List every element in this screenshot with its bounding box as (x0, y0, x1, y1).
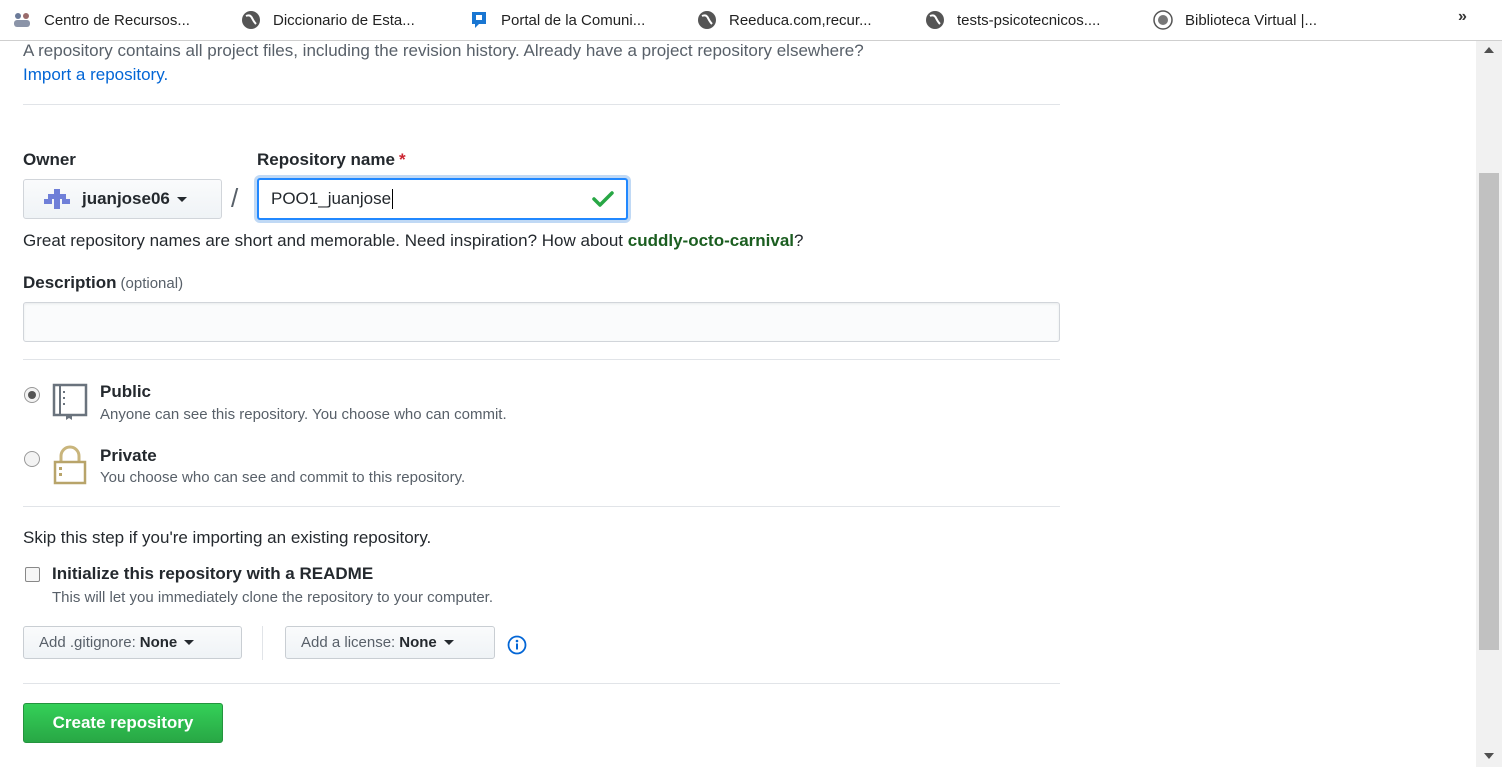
owner-value: juanjose06 (82, 189, 170, 208)
repo-book-icon (52, 383, 88, 420)
init-readme-description: This will let you immediately clone the … (52, 589, 494, 606)
public-title: Public (100, 382, 152, 401)
repository-name-value: POO1_juanjose (271, 189, 392, 208)
bookmarks-bar: Centro de Recursos... Diccionario de Est… (0, 0, 1502, 41)
suggested-name-link[interactable]: cuddly-octo-carnival (628, 231, 794, 250)
optional-note: (optional) (120, 275, 184, 292)
chevron-down-icon (443, 640, 454, 645)
repo-name-label-text: Repository name (257, 150, 395, 169)
import-repository-link[interactable]: Import a repository. (23, 65, 168, 84)
private-description: You choose who can see and commit to thi… (100, 469, 466, 486)
owner-repo-separator: / (231, 183, 239, 213)
gitignore-label: Add .gitignore: (39, 634, 136, 651)
required-mark: * (398, 150, 406, 169)
license-label: Add a license: (301, 634, 396, 651)
divider (23, 104, 1060, 105)
repository-name-input[interactable]: POO1_juanjose (257, 178, 628, 220)
info-icon[interactable] (507, 635, 527, 655)
init-readme-label[interactable]: Initialize this repository with a README (52, 564, 373, 584)
globe-icon (241, 10, 261, 30)
init-readme-checkbox[interactable] (25, 567, 40, 582)
bookmark-label: Reeduca.com,recur... (729, 11, 872, 29)
vertical-divider (262, 626, 263, 660)
page-scrollbar[interactable] (1476, 41, 1502, 767)
repo-name-label: Repository name * (257, 150, 406, 170)
bookmark-biblioteca[interactable]: Biblioteca Virtual |... (1153, 8, 1317, 32)
people-icon (12, 10, 32, 30)
bookmark-label: Diccionario de Esta... (273, 11, 415, 29)
scroll-down-arrow-icon[interactable] (1484, 753, 1494, 759)
chevron-down-icon (176, 196, 187, 202)
library-icon (1153, 10, 1173, 30)
license-value: None (399, 634, 437, 651)
bookmark-centro-recursos[interactable]: Centro de Recursos... (12, 8, 190, 32)
chevron-down-icon (184, 640, 195, 645)
private-radio[interactable] (24, 451, 40, 467)
bookmark-tests[interactable]: tests-psicotecnicos.... (925, 8, 1100, 32)
portal-icon (469, 10, 489, 30)
hint-text: Great repository names are short and mem… (23, 231, 628, 250)
bookmark-label: Centro de Recursos... (44, 11, 190, 29)
description-label: Description (optional) (23, 273, 183, 293)
bookmark-portal[interactable]: Portal de la Comuni... (469, 8, 645, 32)
text-cursor (392, 189, 394, 209)
bookmark-diccionario[interactable]: Diccionario de Esta... (241, 8, 415, 32)
divider (23, 506, 1060, 507)
bookmark-label: tests-psicotecnicos.... (957, 11, 1101, 29)
owner-label: Owner (23, 150, 76, 169)
skip-step-note: Skip this step if you're importing an ex… (23, 528, 432, 547)
scroll-thumb[interactable] (1479, 173, 1499, 650)
scroll-up-arrow-icon[interactable] (1484, 47, 1494, 53)
description-input[interactable] (23, 302, 1060, 342)
create-repository-button[interactable]: Create repository (23, 703, 223, 743)
lock-icon (53, 445, 87, 485)
intro-description: A repository contains all project files,… (23, 41, 864, 60)
gitignore-value: None (139, 634, 178, 651)
description-label-text: Description (23, 273, 117, 292)
bookmarks-overflow-button[interactable]: » (1458, 8, 1467, 26)
repo-name-hint: Great repository names are short and mem… (23, 231, 804, 251)
globe-icon (697, 10, 717, 30)
bookmark-label: Biblioteca Virtual |... (1185, 11, 1318, 29)
public-radio[interactable] (24, 387, 40, 403)
private-title: Private (100, 446, 157, 465)
avatar (44, 189, 70, 209)
intro-text: A repository contains all project files,… (23, 39, 1063, 87)
bookmark-label: Portal de la Comuni... (501, 11, 646, 29)
divider (23, 683, 1060, 684)
license-select-button[interactable]: Add a license: None (285, 626, 495, 659)
divider (23, 359, 1060, 360)
bookmark-reeduca[interactable]: Reeduca.com,recur... (697, 8, 872, 32)
check-icon (592, 191, 614, 207)
gitignore-select-button[interactable]: Add .gitignore: None (23, 626, 242, 659)
globe-icon (925, 10, 945, 30)
owner-select-button[interactable]: juanjose06 (23, 179, 222, 219)
public-description: Anyone can see this repository. You choo… (100, 406, 507, 423)
hint-end: ? (794, 231, 804, 250)
